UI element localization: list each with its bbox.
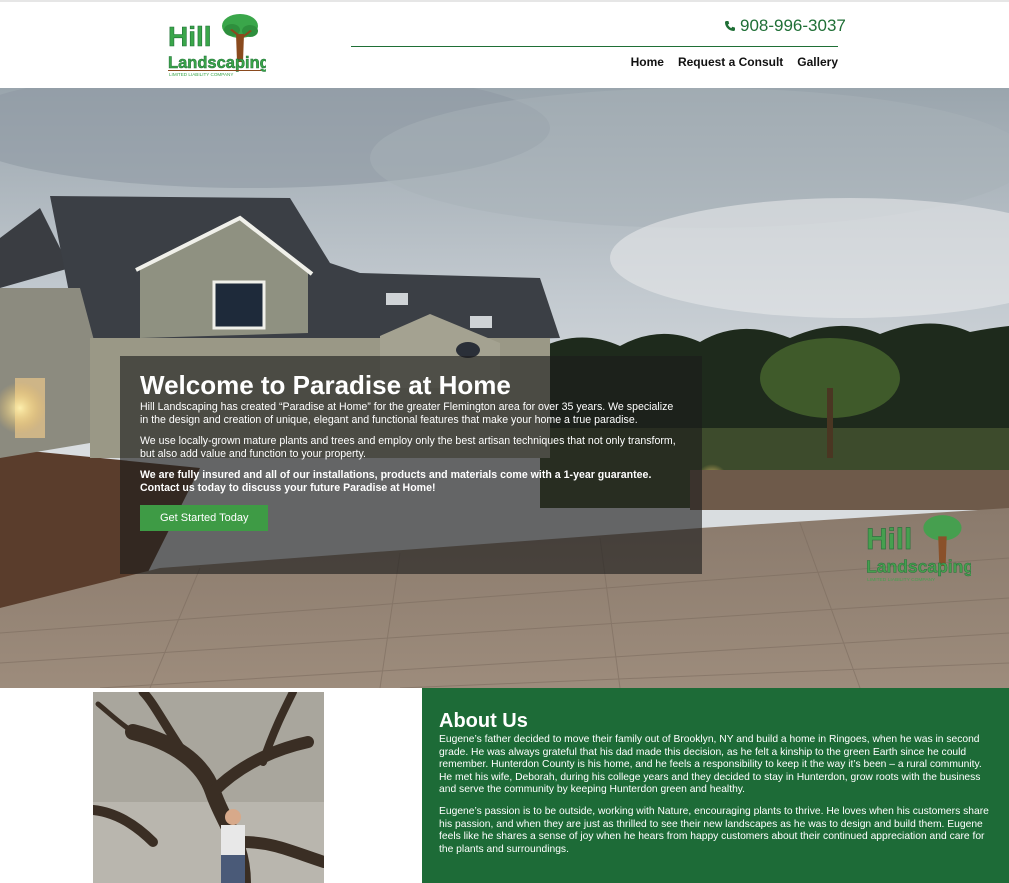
nav-home[interactable]: Home (631, 55, 664, 69)
about-photo-column (0, 688, 422, 883)
about-photo (93, 692, 324, 883)
svg-text:Landscaping: Landscaping (866, 556, 971, 576)
site-header: Hill Landscaping LIMITED LIABILITY COMPA… (0, 2, 1009, 88)
about-title: About Us (439, 710, 528, 732)
nav-gallery[interactable]: Gallery (797, 55, 838, 69)
hero-overlay-box: Welcome to Paradise at Home Hill Landsca… (120, 356, 702, 574)
hero-paragraph-1: Hill Landscaping has created “Paradise a… (140, 401, 674, 426)
main-nav: Home Request a Consult Gallery (631, 55, 838, 69)
tree-logo-icon: Hill Landscaping LIMITED LIABILITY COMPA… (866, 515, 974, 583)
hero-paragraph-2: We use locally-grown mature plants and t… (140, 435, 676, 460)
header-divider (351, 46, 838, 47)
svg-text:LIMITED LIABILITY COMPANY: LIMITED LIABILITY COMPANY (867, 577, 936, 583)
svg-text:Hill: Hill (168, 21, 212, 52)
site-logo[interactable]: Hill Landscaping LIMITED LIABILITY COMPA… (166, 12, 266, 78)
hero-guarantee-text: We are fully insured and all of our inst… (140, 469, 652, 494)
phone-number[interactable]: 908-996-3037 (724, 16, 846, 36)
hero-title: Welcome to Paradise at Home (140, 370, 511, 400)
watermark-logo: Hill Landscaping LIMITED LIABILITY COMPA… (863, 513, 974, 583)
svg-text:LIMITED LIABILITY COMPANY: LIMITED LIABILITY COMPANY (169, 72, 233, 77)
phone-text: 908-996-3037 (740, 16, 846, 35)
about-section: About Us Eugene’s father decided to move… (422, 688, 1009, 883)
hero-section: Hill Landscaping LIMITED LIABILITY COMPA… (0, 88, 1009, 688)
owner-photo-image (93, 692, 324, 883)
svg-text:Hill: Hill (866, 523, 912, 556)
nav-request-consult[interactable]: Request a Consult (678, 55, 783, 69)
get-started-button[interactable]: Get Started Today (140, 504, 269, 531)
tree-logo-icon: Hill Landscaping LIMITED LIABILITY COMPA… (168, 14, 266, 77)
svg-text:Landscaping: Landscaping (168, 54, 266, 72)
phone-icon (725, 21, 735, 31)
about-paragraph-1: Eugene’s father decided to move their fa… (439, 734, 982, 796)
about-paragraph-2: Eugene’s passion is to be outside, worki… (439, 805, 989, 855)
